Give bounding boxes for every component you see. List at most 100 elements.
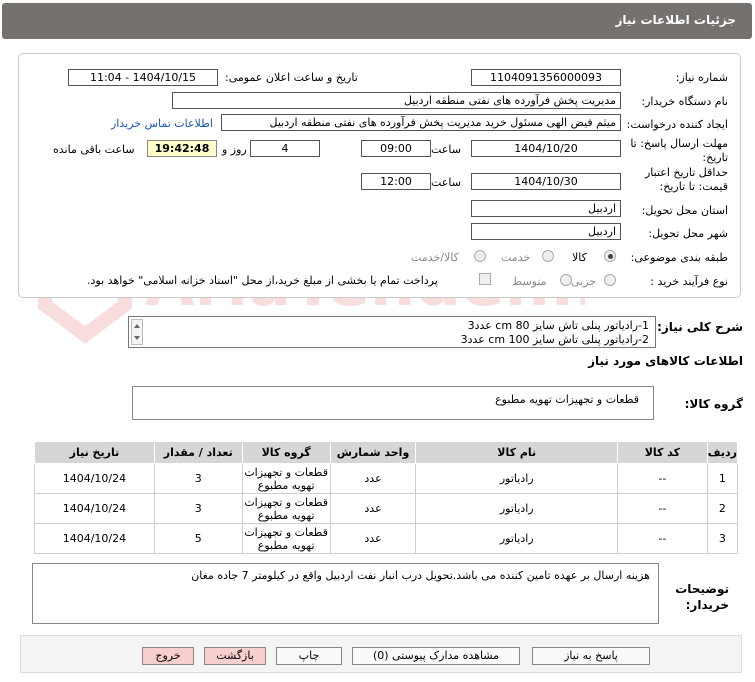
page-title: جزئیات اطلاعات نیاز (615, 13, 736, 27)
cell-unit: عدد (329, 463, 417, 494)
requester-label: ایجاد کننده درخواست: (626, 118, 728, 131)
col-header-date: تاریخ نیاز (34, 441, 155, 464)
process-option-medium: متوسط (512, 275, 547, 288)
buyer-notes-box[interactable]: هزینه ارسال بر عهده تامین کننده می باشد.… (32, 563, 659, 624)
process-option-minor: جزیی (571, 275, 597, 288)
category-option-goods: کالا (572, 251, 587, 264)
province-field[interactable]: اردبیل (471, 200, 621, 217)
cell-index: 2 (706, 493, 739, 524)
need-info-panel: شماره نیاز: 1104091356000093 تاریخ و ساع… (18, 53, 741, 298)
treasury-note: پرداخت تمام یا بخشی از مبلغ خرید،از محل … (87, 274, 438, 287)
cell-group: قطعات و تجهیزات تهویه مطبوع (241, 523, 331, 554)
announce-field[interactable]: 1404/10/15 - 11:04 (68, 69, 218, 86)
cell-group-line-1: قطعات و تجهیزات (244, 525, 328, 539)
buyer-label: نام دستگاه خریدار: (641, 95, 728, 108)
cell-index: 3 (706, 523, 739, 554)
notes-label-2: خریدار: (685, 598, 729, 612)
cell-group-line-2: تهویه مطبوع (257, 538, 315, 552)
cell-group-line-1: قطعات و تجهیزات (244, 465, 328, 479)
description-line-1: 1-رادیاتور پنلی تاش سایز 80 cm عدد3 (467, 319, 649, 332)
requester-field[interactable]: میثم فیض الهی مسئول خرید مدیریت پخش فرآو… (221, 114, 621, 131)
goods-group-field[interactable]: قطعات و تجهیزات تهویه مطبوع (132, 386, 654, 420)
goods-table: ردیف کد کالا نام کالا واحد شمارش گروه کا… (34, 441, 739, 554)
validity-label: حداقل تاریخ اعتبار (644, 166, 728, 179)
page-header: جزئیات اطلاعات نیاز (2, 3, 752, 39)
table-row: 3 -- رادیاتور عدد قطعات و تجهیزات تهویه م… (34, 523, 739, 554)
col-header-code: کد کالا (616, 441, 708, 464)
validity-time-label: ساعت (431, 176, 461, 189)
col-header-name: نام کالا (415, 441, 618, 464)
process-label: نوع فرآیند خرید : (650, 275, 728, 288)
province-label: استان محل تحویل: (641, 204, 728, 217)
cell-name: رادیاتور (415, 523, 618, 554)
back-button[interactable]: بازگشت (204, 647, 266, 665)
validity-date-field[interactable]: 1404/10/30 (471, 173, 621, 190)
treasury-checkbox[interactable] (479, 273, 491, 285)
cell-name: رادیاتور (415, 493, 618, 524)
col-header-unit: واحد شمارش (329, 441, 417, 464)
cell-code: -- (616, 493, 708, 524)
remaining-time-label: ساعت باقی مانده (53, 143, 135, 156)
cell-name: رادیاتور (415, 463, 618, 494)
deadline-label: مهلت ارسال پاسخ: تا (630, 137, 728, 150)
description-scrollbar[interactable] (131, 319, 143, 345)
col-header-qty: تعداد / مقدار (153, 441, 243, 464)
city-label: شهر محل تحویل: (648, 227, 728, 240)
cell-index: 1 (706, 463, 739, 494)
cell-unit: عدد (329, 493, 417, 524)
action-bar: پاسخ به نیاز مشاهده مدارک پیوستی (0) چاپ… (20, 635, 742, 673)
deadline-date-field[interactable]: 1404/10/20 (471, 140, 621, 157)
deadline-label-2: تاریخ: (702, 151, 728, 164)
validity-label-2: قیمت: تا تاریخ: (659, 180, 728, 193)
category-option-service: خدمت (501, 251, 531, 264)
deadline-time-field[interactable]: 09:00 (361, 140, 431, 157)
buyer-notes-text: هزینه ارسال بر عهده تامین کننده می باشد.… (191, 569, 650, 582)
cell-qty: 5 (153, 523, 243, 554)
exit-button[interactable]: خروج (142, 647, 194, 665)
goods-group-value: قطعات و تجهیزات تهویه مطبوع (495, 393, 639, 406)
remaining-time-field: 19:42:48 (147, 140, 217, 157)
table-row: 1 -- رادیاتور عدد قطعات و تجهیزات تهویه م… (34, 463, 739, 494)
need-number-label: شماره نیاز: (675, 71, 728, 84)
deadline-time-label: ساعت (431, 143, 461, 156)
reply-button[interactable]: پاسخ به نیاز (532, 647, 650, 665)
buyer-contact-link[interactable]: اطلاعات تماس خریدار (111, 117, 213, 130)
description-textarea[interactable]: 1-رادیاتور پنلی تاش سایز 80 cm عدد3 2-را… (128, 316, 656, 348)
category-radio-goods[interactable] (604, 250, 616, 262)
cell-group-line-1: قطعات و تجهیزات (244, 495, 328, 509)
process-radio-minor[interactable] (604, 274, 616, 286)
days-label: روز و (222, 143, 247, 156)
need-number-field[interactable]: 1104091356000093 (471, 69, 621, 86)
validity-time-field[interactable]: 12:00 (361, 173, 431, 190)
cell-date: 1404/10/24 (34, 463, 155, 494)
table-row: 2 -- رادیاتور عدد قطعات و تجهیزات تهویه م… (34, 493, 739, 524)
description-label: شرح کلی نیاز: (657, 320, 743, 334)
attachments-button[interactable]: مشاهده مدارک پیوستی (0) (352, 647, 520, 665)
cell-qty: 3 (153, 493, 243, 524)
category-option-both: کالا/خدمت (411, 251, 459, 264)
col-header-group: گروه کالا (241, 441, 331, 464)
print-button[interactable]: چاپ (276, 647, 342, 665)
cell-group: قطعات و تجهیزات تهویه مطبوع (241, 463, 331, 494)
announce-label: تاریخ و ساعت اعلان عمومی: (225, 71, 358, 84)
cell-code: -- (616, 463, 708, 494)
goods-group-label: گروه کالا: (684, 397, 743, 411)
cell-code: -- (616, 523, 708, 554)
buyer-field[interactable]: مدیریت پخش فرآورده های نفتی منطقه اردبیل (172, 92, 621, 109)
col-header-index: ردیف (706, 441, 739, 464)
goods-section-title: اطلاعات کالاهای مورد نیاز (588, 354, 743, 368)
category-label: طبقه بندی موضوعی: (630, 251, 728, 264)
cell-date: 1404/10/24 (34, 523, 155, 554)
cell-group: قطعات و تجهیزات تهویه مطبوع (241, 493, 331, 524)
process-radio-medium[interactable] (560, 274, 572, 286)
cell-qty: 3 (153, 463, 243, 494)
category-radio-both[interactable] (474, 250, 486, 262)
days-remaining-field[interactable]: 4 (250, 140, 320, 157)
cell-group-line-2: تهویه مطبوع (257, 508, 315, 522)
notes-label: توضیحات (675, 582, 729, 596)
description-line-2: 2-رادیاتور پنلی تاش سایز 100 cm عدد3 (460, 333, 649, 346)
category-radio-service[interactable] (542, 250, 554, 262)
cell-date: 1404/10/24 (34, 493, 155, 524)
city-field[interactable]: اردبیل (471, 223, 621, 240)
cell-group-line-2: تهویه مطبوع (257, 478, 315, 492)
